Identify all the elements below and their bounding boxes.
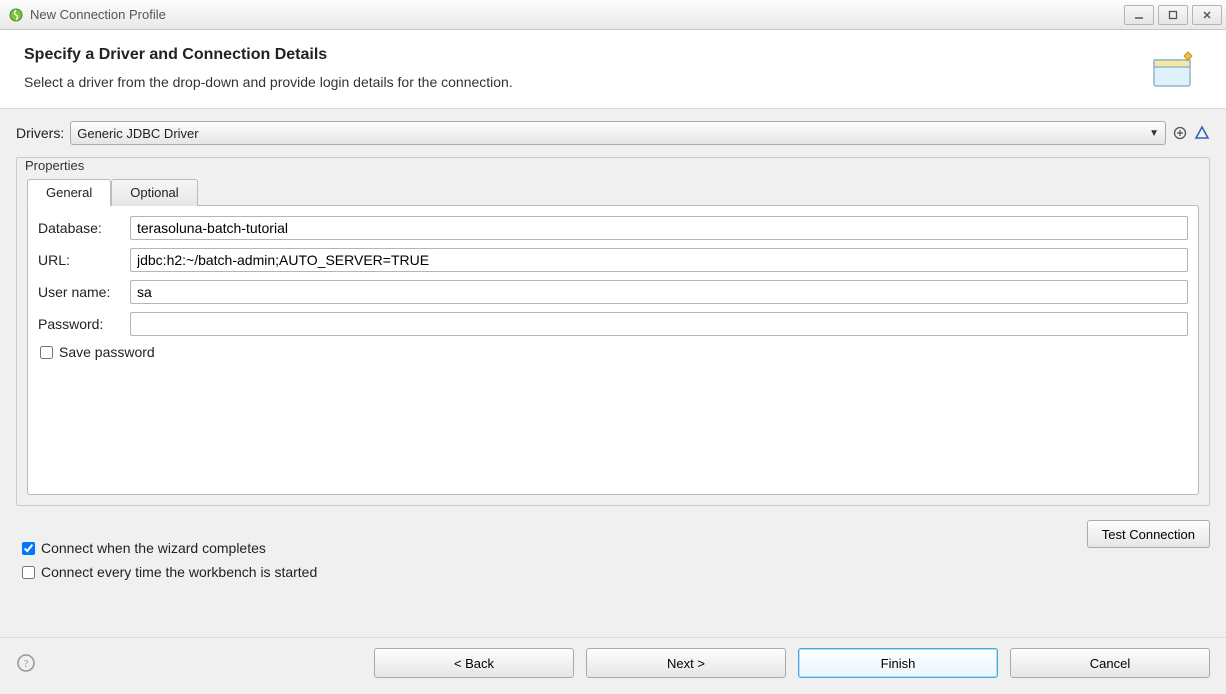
back-button[interactable]: < Back bbox=[374, 648, 574, 678]
banner-icon bbox=[1148, 46, 1196, 94]
svg-text:?: ? bbox=[24, 658, 29, 670]
window-controls bbox=[1124, 5, 1222, 25]
maximize-button[interactable] bbox=[1158, 5, 1188, 25]
wizard-footer: ? < Back Next > Finish Cancel bbox=[0, 637, 1226, 694]
save-password-label: Save password bbox=[59, 344, 155, 360]
password-label: Password: bbox=[38, 316, 130, 332]
username-label: User name: bbox=[38, 284, 130, 300]
username-input[interactable] bbox=[130, 280, 1188, 304]
minimize-button[interactable] bbox=[1124, 5, 1154, 25]
tab-general[interactable]: General bbox=[27, 179, 111, 206]
titlebar: New Connection Profile bbox=[0, 0, 1226, 30]
properties-tabs: General Optional bbox=[27, 179, 1199, 206]
finish-button[interactable]: Finish bbox=[798, 648, 998, 678]
drivers-row: Drivers: Generic JDBC Driver ▼ bbox=[16, 121, 1210, 145]
connect-on-finish-label: Connect when the wizard completes bbox=[41, 540, 266, 556]
wizard-header: Specify a Driver and Connection Details … bbox=[0, 30, 1226, 109]
save-password-checkbox[interactable] bbox=[40, 346, 53, 359]
chevron-down-icon: ▼ bbox=[1149, 128, 1159, 139]
page-title: Specify a Driver and Connection Details bbox=[24, 46, 513, 64]
url-input[interactable] bbox=[130, 248, 1188, 272]
properties-legend: Properties bbox=[23, 158, 1199, 173]
properties-fieldset: Properties General Optional Database: UR… bbox=[16, 157, 1210, 506]
url-label: URL: bbox=[38, 252, 130, 268]
page-subtitle: Select a driver from the drop-down and p… bbox=[24, 74, 513, 90]
connect-on-start-checkbox[interactable] bbox=[22, 566, 35, 579]
connect-on-start-label: Connect every time the workbench is star… bbox=[41, 564, 317, 580]
tab-panel-general: Database: URL: User name: Password: Save… bbox=[27, 205, 1199, 495]
drivers-label: Drivers: bbox=[16, 125, 64, 141]
close-button[interactable] bbox=[1192, 5, 1222, 25]
lower-options: Connect when the wizard completes Connec… bbox=[16, 534, 321, 588]
wizard-content: Drivers: Generic JDBC Driver ▼ Propertie… bbox=[0, 109, 1226, 588]
drivers-selected: Generic JDBC Driver bbox=[77, 126, 198, 141]
tab-optional[interactable]: Optional bbox=[111, 179, 197, 206]
edit-driver-icon[interactable] bbox=[1194, 125, 1210, 141]
database-input[interactable] bbox=[130, 216, 1188, 240]
connect-on-finish-checkbox[interactable] bbox=[22, 542, 35, 555]
password-input[interactable] bbox=[130, 312, 1188, 336]
database-label: Database: bbox=[38, 220, 130, 236]
app-icon bbox=[8, 7, 24, 23]
window-title: New Connection Profile bbox=[30, 7, 1124, 22]
drivers-dropdown[interactable]: Generic JDBC Driver ▼ bbox=[70, 121, 1166, 145]
next-button[interactable]: Next > bbox=[586, 648, 786, 678]
help-icon[interactable]: ? bbox=[16, 653, 36, 673]
new-driver-icon[interactable] bbox=[1172, 125, 1188, 141]
test-connection-button[interactable]: Test Connection bbox=[1087, 520, 1210, 548]
cancel-button[interactable]: Cancel bbox=[1010, 648, 1210, 678]
